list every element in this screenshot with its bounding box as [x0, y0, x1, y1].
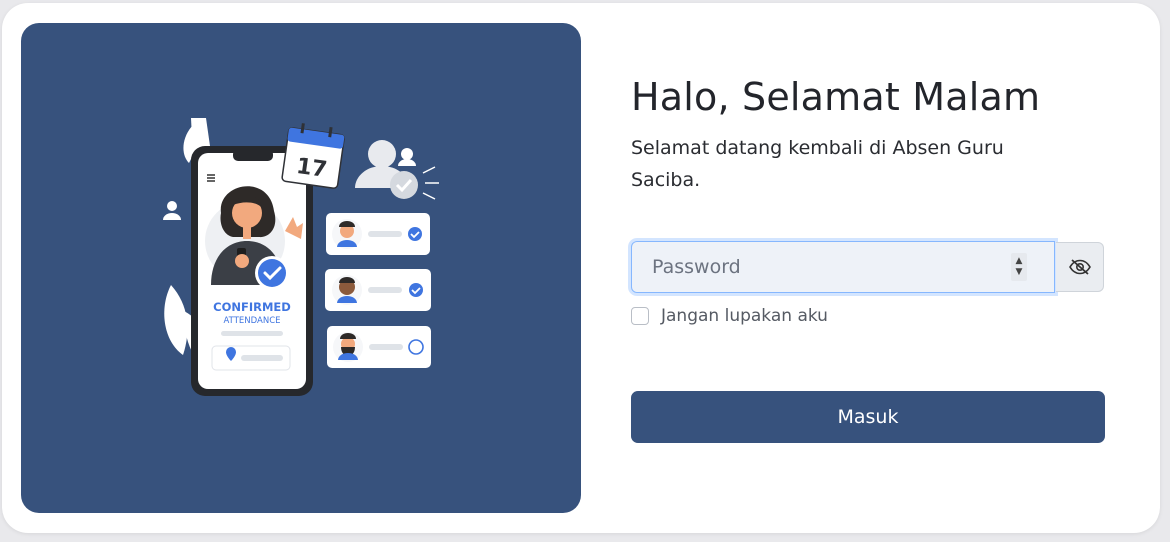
attendance-illustration: CONFIRMED ATTENDANCE 17 [163, 118, 439, 396]
password-input[interactable] [631, 241, 1055, 293]
number-spinner[interactable]: ▲ ▼ [1011, 253, 1027, 281]
calendar-icon: 17 [281, 123, 345, 189]
badge-title: CONFIRMED [213, 300, 291, 314]
page-title: Halo, Selamat Malam [631, 75, 1041, 119]
attendee-row [327, 326, 431, 368]
welcome-text: Selamat datang kembali di Absen Guru Sac… [631, 137, 1004, 191]
remember-checkbox[interactable] [631, 307, 649, 325]
check-icon [409, 283, 423, 297]
login-card: CONFIRMED ATTENDANCE 17 Halo, Selamat Ma… [2, 3, 1160, 533]
remember-me[interactable]: Jangan lupakan aku [631, 305, 828, 327]
person-icon [163, 201, 181, 220]
empty-circle-icon [408, 339, 424, 355]
calendar-day: 17 [295, 154, 329, 183]
password-input-group: ▲ ▼ [631, 241, 1105, 295]
leaf-decoration [164, 285, 188, 355]
hero-panel: CONFIRMED ATTENDANCE 17 [21, 23, 581, 513]
check-icon [408, 227, 422, 241]
remember-label[interactable]: Jangan lupakan aku [661, 306, 828, 326]
spinner-up-icon[interactable]: ▲ [1016, 256, 1023, 267]
group-icon [355, 140, 439, 200]
badge-subtitle: ATTENDANCE [224, 316, 281, 326]
attendee-row [325, 269, 431, 311]
attendee-row [326, 213, 430, 255]
phone-illustration: CONFIRMED ATTENDANCE [191, 146, 313, 396]
eye-slash-icon [1068, 259, 1091, 275]
login-button[interactable]: Masuk [631, 391, 1105, 443]
toggle-password-button[interactable] [1056, 242, 1104, 292]
spinner-down-icon[interactable]: ▼ [1016, 267, 1023, 278]
